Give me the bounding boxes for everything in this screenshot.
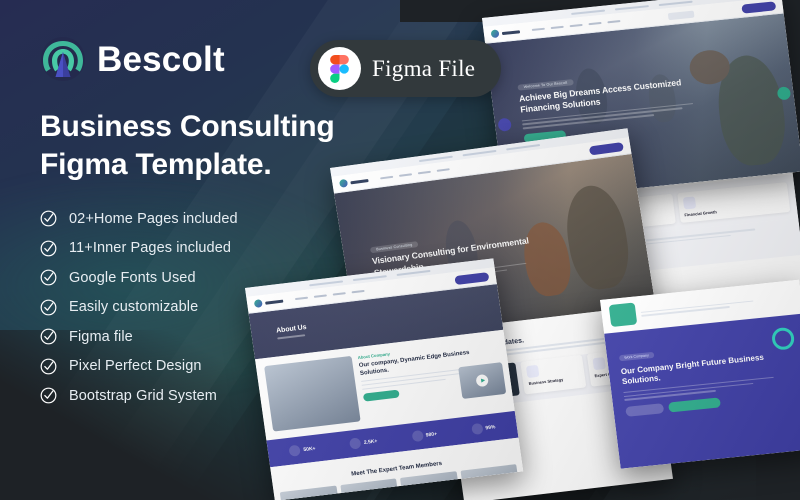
card[interactable]: Financial Growth	[676, 181, 791, 223]
card-icon	[682, 196, 696, 210]
feature-item: 02+Home Pages included	[40, 210, 370, 227]
feature-label: Bootstrap Grid System	[69, 387, 217, 404]
mockup-menu[interactable]	[380, 167, 450, 180]
stat-value: 99%	[484, 423, 496, 431]
mockup-nav-cta[interactable]	[741, 0, 777, 14]
check-circle-icon	[40, 358, 57, 375]
stat-item: 980+	[411, 428, 438, 443]
check-circle-icon	[40, 269, 57, 286]
insight-icon	[526, 364, 540, 378]
future-tag: Work Company	[618, 351, 655, 362]
mockup-nav-cta[interactable]	[588, 141, 624, 155]
insight-icon	[592, 356, 606, 371]
team-member-photo[interactable]	[399, 471, 460, 500]
check-circle-icon	[40, 210, 57, 227]
figma-file-label: Figma File	[372, 55, 476, 81]
check-circle-icon	[40, 240, 57, 257]
stat-icon	[470, 422, 484, 436]
mockup-phone-block	[667, 10, 695, 20]
check-circle-icon	[40, 328, 57, 345]
feature-list: 02+Home Pages included 11+Inner Pages in…	[40, 210, 370, 404]
paragraph-lines	[640, 294, 793, 317]
stat-icon	[411, 430, 424, 443]
read-more-button[interactable]	[625, 403, 665, 417]
figma-file-badge[interactable]: Figma File	[310, 40, 502, 97]
mockup-future-page[interactable]: Work Company Our Company Bright Future B…	[600, 279, 800, 469]
future-panel: Work Company Our Company Bright Future B…	[604, 313, 800, 469]
feature-label: Pixel Perfect Design	[69, 358, 202, 375]
bescolt-logo-icon	[490, 29, 500, 39]
check-circle-icon	[40, 299, 57, 316]
feature-box	[608, 302, 638, 327]
headline-line-2: Figma Template.	[40, 148, 272, 182]
page-title: Business Consulting Figma Template.	[40, 108, 370, 184]
feature-label: Google Fonts Used	[69, 269, 196, 286]
feature-item: Figma file	[40, 328, 370, 345]
bescolt-arch-logo-icon	[40, 36, 86, 82]
play-button-icon[interactable]	[475, 373, 489, 388]
feature-label: Figma file	[69, 328, 133, 345]
about-photo-secondary	[458, 362, 507, 399]
feature-item: Google Fonts Used	[40, 269, 370, 286]
feature-item: Pixel Perfect Design	[40, 358, 370, 375]
insight-card[interactable]: Business Strategy	[520, 354, 587, 395]
feature-label: Easily customizable	[69, 299, 199, 316]
promo-banner: Culture Amp Airtable Razorpay	[0, 0, 800, 500]
feature-label: 02+Home Pages included	[69, 210, 238, 227]
feature-item: 11+Inner Pages included	[40, 240, 370, 257]
future-text-block: Work Company Our Company Bright Future B…	[604, 314, 800, 432]
feature-item: Easily customizable	[40, 299, 370, 316]
get-started-button[interactable]	[668, 397, 721, 413]
bescolt-wordmark	[501, 29, 521, 35]
mockup-menu[interactable]	[531, 19, 621, 32]
mockup-logo[interactable]	[490, 27, 521, 39]
mockup-nav-cta[interactable]	[454, 271, 490, 285]
card-title: Financial Growth	[684, 208, 718, 218]
stat-item: 99%	[470, 421, 496, 436]
figma-logo-circle	[318, 47, 361, 90]
stat-value: 980+	[425, 430, 438, 439]
brand-name: Bescolt	[97, 39, 225, 79]
headline-line-1: Business Consulting	[40, 110, 335, 143]
feature-label: 11+Inner Pages included	[69, 240, 232, 257]
check-circle-icon	[40, 387, 57, 404]
feature-item: Bootstrap Grid System	[40, 387, 370, 404]
figma-logo-icon	[330, 54, 349, 83]
